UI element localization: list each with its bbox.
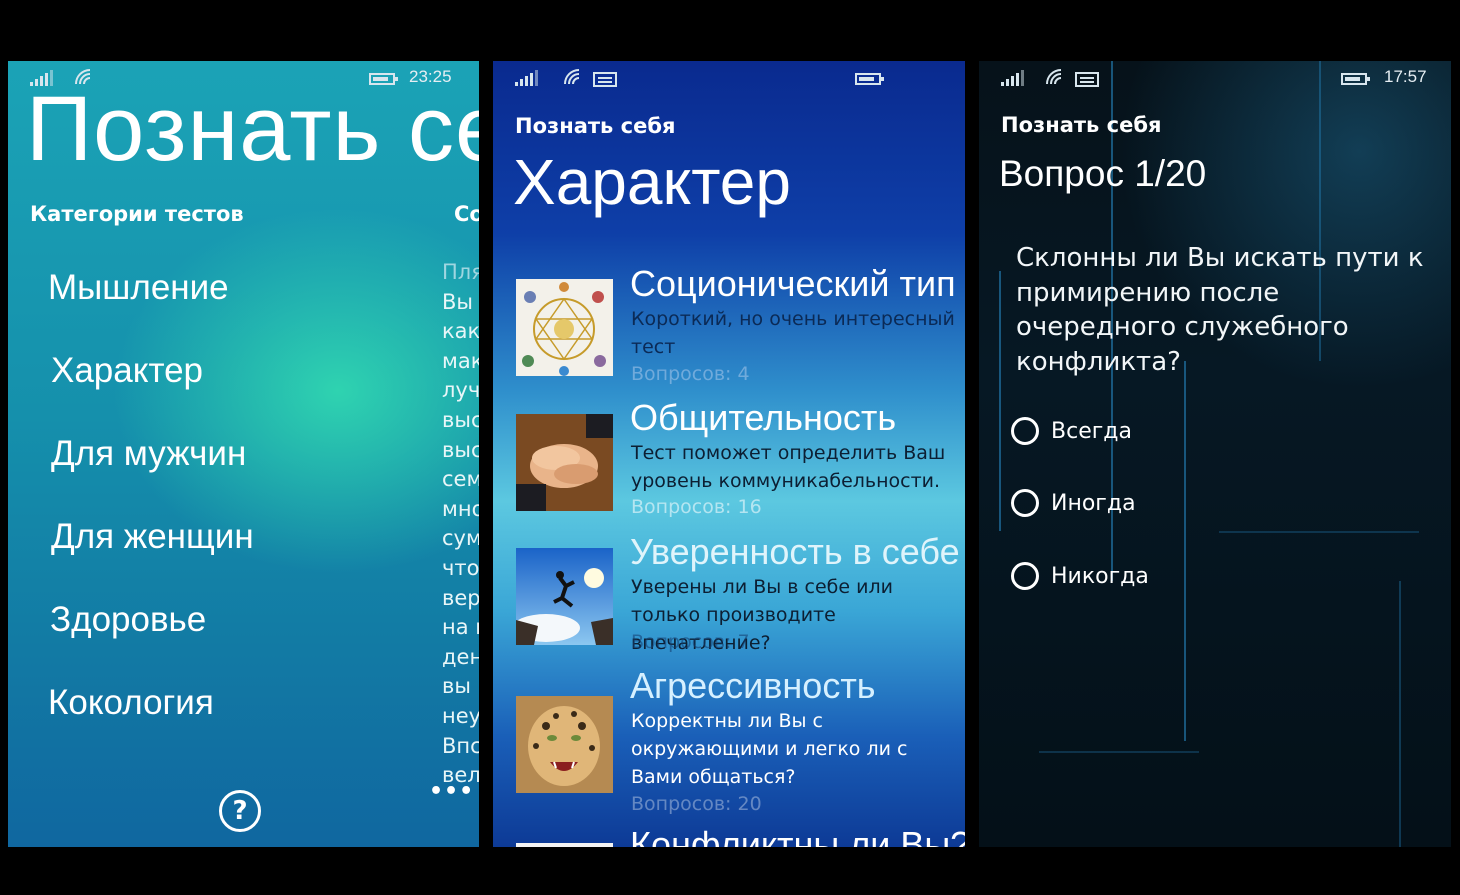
battery-icon xyxy=(855,73,884,85)
page-title: Познать себя xyxy=(26,78,479,180)
category-item-character[interactable]: Характер xyxy=(51,349,254,432)
question-screen: 17:57 Познать себя Вопрос 1/20 Склонны л… xyxy=(979,61,1451,847)
test-title: Агрессивность xyxy=(630,665,876,706)
section-label[interactable]: Категории тестов xyxy=(30,202,244,226)
preview-line: выс xyxy=(442,407,479,432)
next-pivot-preview: Пля Вы как мак луч выс выс сем мно сум ч… xyxy=(442,258,479,791)
radio-button-icon[interactable] xyxy=(1011,417,1039,445)
app-title: Познать себя xyxy=(515,114,676,138)
test-list-screen: Познать себя Характер Соционический тип … xyxy=(493,61,965,847)
test-question-count: Вопросов: 20 xyxy=(631,793,762,815)
circuit-line xyxy=(1399,581,1401,847)
radio-button-icon[interactable] xyxy=(1011,489,1039,517)
signal-icon xyxy=(1001,70,1024,86)
test-title: Конфликтны ли Вы? xyxy=(630,824,965,847)
preview-line: ден xyxy=(442,644,479,669)
preview-line: выс xyxy=(442,437,479,462)
circuit-line xyxy=(1219,531,1419,533)
preview-line: вер xyxy=(442,585,479,610)
test-question-count: Вопросов: 16 xyxy=(631,496,762,518)
message-icon xyxy=(593,72,617,87)
test-description: Корректны ли Вы с окружающими и легко ли… xyxy=(631,710,908,788)
answer-label: Никогда xyxy=(1051,563,1149,589)
test-item-aggressiveness[interactable]: Агрессивность Корректны ли Вы с окружающ… xyxy=(493,665,965,825)
leopard-thumbnail xyxy=(516,696,613,793)
category-item-cocology[interactable]: Кокология xyxy=(48,681,254,764)
radio-button-icon[interactable] xyxy=(1011,562,1039,590)
test-question-count: Вопросов: 7 xyxy=(631,631,750,653)
category-item-for-women[interactable]: Для женщин xyxy=(51,515,254,598)
app-title: Познать себя xyxy=(1001,113,1162,137)
test-title: Соционический тип xyxy=(630,263,956,304)
test-description: Тест поможет определить Ваш уровень комм… xyxy=(631,442,946,492)
test-item-socionics[interactable]: Соционический тип Короткий, но очень инт… xyxy=(493,263,965,393)
socionics-diagram-thumbnail xyxy=(516,279,613,376)
preview-line: неу xyxy=(442,703,479,728)
category-item-health[interactable]: Здоровье xyxy=(50,598,254,681)
message-icon xyxy=(1075,72,1099,87)
test-item-conflict[interactable]: Конфликтны ли Вы? xyxy=(493,824,965,847)
test-item-self-confidence[interactable]: Уверенность в себе Уверены ли Вы в себе … xyxy=(493,531,965,661)
category-item-thinking[interactable]: Мышление xyxy=(48,266,254,349)
answer-label: Иногда xyxy=(1051,490,1136,516)
circuit-line xyxy=(1184,361,1186,741)
preview-line: мак xyxy=(442,348,479,373)
status-bar: 17:57 xyxy=(979,61,1451,95)
wifi-icon xyxy=(1046,69,1062,85)
preview-line: на в xyxy=(442,615,479,640)
page-title: Характер xyxy=(513,146,791,218)
circuit-line xyxy=(1039,751,1199,753)
question-counter: Вопрос 1/20 xyxy=(999,153,1207,194)
answer-option-sometimes[interactable]: Иногда xyxy=(1011,485,1136,521)
test-item-sociability[interactable]: Общительность Тест поможет определить Ва… xyxy=(493,397,965,527)
preview-line: сум xyxy=(442,526,479,551)
preview-line: Вы xyxy=(442,289,473,314)
status-bar xyxy=(493,61,965,95)
question-text: Склонны ли Вы искать пути к примирению п… xyxy=(1016,243,1424,377)
hands-together-thumbnail xyxy=(516,414,613,511)
test-title: Общительность xyxy=(630,397,897,438)
preview-line: как xyxy=(442,319,479,344)
signal-icon xyxy=(515,70,538,86)
jump-between-cliffs-thumbnail xyxy=(516,548,613,645)
preview-line: Впс xyxy=(442,733,479,758)
answer-option-always[interactable]: Всегда xyxy=(1011,413,1132,449)
clock: 17:57 xyxy=(1384,67,1427,86)
test-description: Короткий, но очень интересный тест xyxy=(631,308,955,358)
help-button[interactable]: ? xyxy=(219,790,261,832)
test-title: Уверенность в себе xyxy=(630,531,960,572)
preview-line: луч xyxy=(442,378,479,403)
test-question-count: Вопросов: 4 xyxy=(631,363,750,385)
conflict-thumbnail xyxy=(516,843,613,847)
preview-line: сем xyxy=(442,467,479,492)
circuit-line xyxy=(999,271,1001,531)
battery-icon xyxy=(1341,73,1370,85)
preview-line: вы xyxy=(442,674,471,699)
category-list: Мышление Характер Для мужчин Для женщин … xyxy=(48,266,254,764)
preview-line: что xyxy=(442,555,479,580)
wifi-icon xyxy=(564,69,580,85)
answer-option-never[interactable]: Никогда xyxy=(1011,558,1149,594)
more-options-icon[interactable]: ••• xyxy=(429,779,474,804)
category-item-for-men[interactable]: Для мужчин xyxy=(51,432,254,515)
categories-screen: 23:25 Познать себя Категории тестов Со М… xyxy=(8,61,479,847)
next-section-label[interactable]: Со xyxy=(454,202,479,226)
preview-line: Пля xyxy=(442,260,479,284)
preview-line: мно xyxy=(442,496,479,521)
answer-label: Всегда xyxy=(1051,418,1132,444)
